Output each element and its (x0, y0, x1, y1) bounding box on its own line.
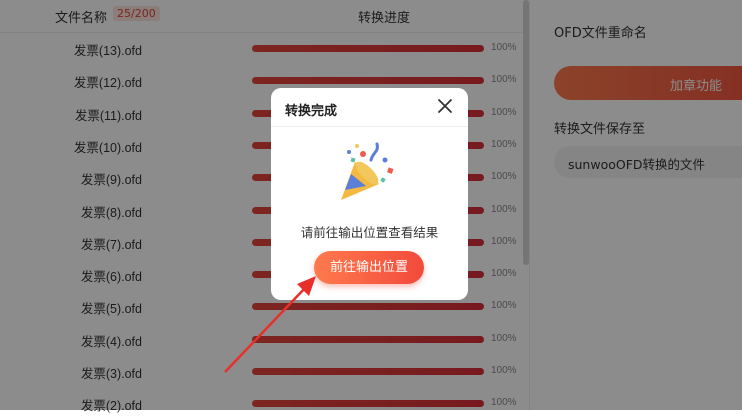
dialog-divider (271, 126, 468, 127)
conversion-complete-dialog: 转换完成 请前往输出位置查看结果 前往输出位置 (271, 88, 468, 300)
dialog-message: 请前往输出位置查看结果 (300, 225, 439, 240)
dialog-title: 转换完成 (285, 104, 338, 119)
party-popper-icon (333, 138, 403, 208)
open-output-button[interactable]: 前往输出位置 (314, 251, 424, 284)
close-icon[interactable] (435, 96, 455, 116)
